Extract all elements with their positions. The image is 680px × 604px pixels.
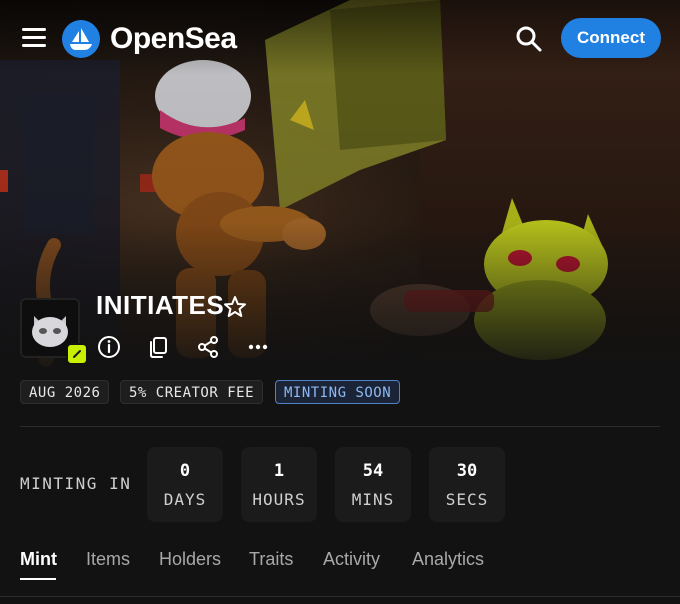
countdown-unit: DAYS <box>163 490 207 509</box>
copy-icon[interactable] <box>145 334 171 360</box>
tab-holders[interactable]: Holders <box>159 549 221 570</box>
brand-name[interactable]: OpenSea <box>110 22 237 56</box>
launch-date-tag: AUG 2026 <box>20 380 110 404</box>
collection-title: INITIATES <box>96 290 225 320</box>
tab-activity[interactable]: Activity <box>323 549 380 570</box>
tab-analytics[interactable]: Analytics <box>412 549 484 570</box>
countdown-unit: HOURS <box>252 490 306 509</box>
more-options-icon[interactable] <box>245 334 271 360</box>
countdown-value: 0 <box>179 461 191 481</box>
share-icon[interactable] <box>195 334 221 360</box>
pencil-badge-icon <box>66 343 88 365</box>
search-icon[interactable] <box>514 24 544 54</box>
opensea-logo-icon[interactable] <box>62 20 100 58</box>
tab-items[interactable]: Items <box>86 549 130 570</box>
minting-status-badge: MINTING SOON <box>275 380 401 404</box>
countdown-mins: 54 MINS <box>335 447 411 522</box>
tab-traits[interactable]: Traits <box>249 549 293 570</box>
countdown-secs: 30 SECS <box>429 447 505 522</box>
top-navbar: OpenSea Connect <box>0 0 680 76</box>
countdown-unit: MINS <box>351 490 395 509</box>
countdown-value: 1 <box>273 461 285 481</box>
section-divider <box>20 426 660 427</box>
tabs-bottom-border <box>0 596 680 597</box>
active-tab-indicator <box>20 578 56 580</box>
tab-mint[interactable]: Mint <box>20 549 57 570</box>
minting-in-label: MINTING IN <box>20 474 132 493</box>
creator-fee-tag: 5% CREATOR FEE <box>120 380 264 404</box>
star-favorite-icon[interactable] <box>222 294 248 320</box>
hamburger-menu-icon[interactable] <box>22 28 46 48</box>
connect-wallet-button[interactable]: Connect <box>561 18 661 58</box>
info-icon[interactable] <box>96 334 122 360</box>
countdown-value: 30 <box>456 461 478 481</box>
countdown-hours: 1 HOURS <box>241 447 317 522</box>
countdown-unit: SECS <box>445 490 489 509</box>
countdown-value: 54 <box>362 461 384 481</box>
countdown-days: 0 DAYS <box>147 447 223 522</box>
